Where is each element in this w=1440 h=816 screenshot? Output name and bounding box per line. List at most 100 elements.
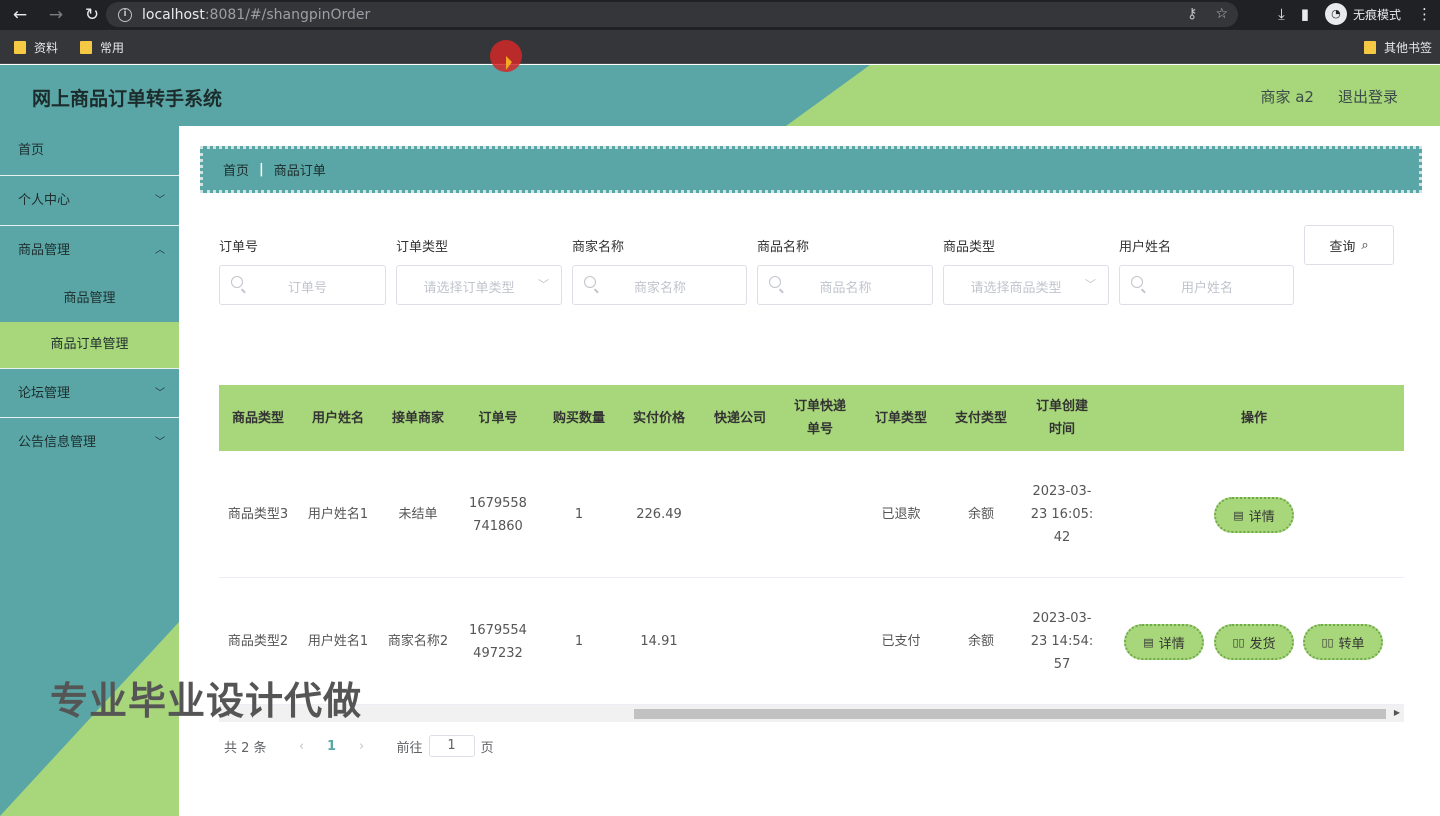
- cell-merchant: 商家名称2: [387, 634, 449, 649]
- order-type-select[interactable]: 请选择订单类型 ﹀: [396, 265, 562, 305]
- search-button[interactable]: 查询 ⌕: [1304, 225, 1394, 265]
- cell-user: 用户姓名1: [307, 507, 369, 522]
- goto-label: 前往: [396, 740, 423, 756]
- current-user: 商家 a2: [1260, 88, 1314, 106]
- sidebar-item-personal-center[interactable]: 个人中心 ﹀: [0, 176, 179, 226]
- sidebar-subitem-product-order[interactable]: 商品订单管理: [0, 322, 179, 368]
- back-icon[interactable]: ←: [10, 5, 30, 25]
- download-icon[interactable]: ⤓: [1278, 5, 1285, 23]
- breadcrumb-home[interactable]: 首页: [223, 160, 249, 179]
- next-page-icon[interactable]: ›: [347, 739, 377, 754]
- folder-icon: [1364, 41, 1376, 54]
- book-icon: ▯▯: [1321, 635, 1334, 649]
- cell-qty: 1: [574, 507, 584, 522]
- sidebar-item-forum[interactable]: 论坛管理 ﹀: [0, 368, 179, 418]
- star-icon[interactable]: ☆: [1215, 6, 1228, 22]
- cell-created: 2023-03-23 16:05:42: [1030, 484, 1094, 545]
- book-icon: ▯▯: [1232, 635, 1245, 649]
- sidepanel-icon[interactable]: ▮: [1301, 5, 1309, 23]
- cell-created: 2023-03-23 14:54:57: [1030, 611, 1094, 672]
- app-header: 网上商品订单转手系统 商家 a2 退出登录: [0, 65, 1440, 126]
- col-header: 订单快递单号: [793, 399, 846, 437]
- col-header: 订单类型: [874, 410, 927, 426]
- order-no-input[interactable]: 订单号: [219, 265, 386, 305]
- reload-icon[interactable]: ↻: [82, 5, 102, 25]
- detail-button[interactable]: ▤ 详情: [1124, 624, 1204, 660]
- chevron-down-icon: ﹀: [155, 437, 165, 448]
- incognito-indicator[interactable]: ◔ 无痕模式: [1324, 3, 1401, 25]
- col-header: 订单号: [478, 410, 518, 426]
- merchant-input[interactable]: 商家名称: [572, 265, 747, 305]
- cell-pay-type: 余额: [967, 507, 994, 522]
- product-label: 商品名称: [757, 240, 810, 255]
- user-label: 用户姓名: [1119, 240, 1172, 255]
- col-header: 商品类型: [231, 410, 284, 426]
- orders-table: 商品类型 用户姓名 接单商家 订单号 购买数量 实付价格 快递公司 订单快递单号…: [219, 385, 1404, 722]
- sidebar-subitem-product[interactable]: 商品管理: [0, 276, 179, 322]
- bookmark-folder[interactable]: 常用: [80, 39, 124, 56]
- sidebar-item-home[interactable]: 首页: [0, 126, 179, 176]
- cell-order-type: 已退款: [881, 507, 921, 522]
- sidebar-item-notice[interactable]: 公告信息管理 ﹀: [0, 418, 179, 468]
- chevron-down-icon: ﹀: [155, 195, 165, 206]
- chevron-down-icon: ﹀: [1085, 278, 1096, 291]
- merchant-label: 商家名称: [572, 240, 625, 255]
- product-input[interactable]: 商品名称: [757, 265, 933, 305]
- col-header: 用户姓名: [311, 410, 364, 426]
- bookmark-folder[interactable]: 资料: [14, 39, 58, 56]
- transfer-button[interactable]: ▯▯ 转单: [1303, 624, 1383, 660]
- chevron-down-icon: ﹀: [155, 388, 165, 399]
- page-suffix: 页: [480, 740, 494, 756]
- table-row: 商品类型2 用户姓名1 商家名称2 1679554497232 1 14.91 …: [219, 578, 1404, 705]
- col-header: 操作: [1240, 410, 1267, 426]
- cell-price: 14.91: [640, 634, 678, 649]
- user-input[interactable]: 用户姓名: [1119, 265, 1294, 305]
- logout-link[interactable]: 退出登录: [1338, 86, 1398, 107]
- document-icon: ▤: [1143, 635, 1154, 649]
- col-header: 购买数量: [552, 410, 605, 426]
- table-row: 商品类型3 用户姓名1 未结单 1679558741860 1 226.49 已…: [219, 451, 1404, 578]
- chevron-up-icon: ︿: [155, 245, 165, 256]
- site-info-icon[interactable]: i: [118, 7, 132, 22]
- detail-button[interactable]: ▤ 详情: [1214, 497, 1294, 533]
- col-header: 快递公司: [713, 410, 766, 426]
- cell-qty: 1: [574, 634, 584, 649]
- order-type-label: 订单类型: [396, 240, 449, 255]
- table-header: 商品类型 用户姓名 接单商家 订单号 购买数量 实付价格 快递公司 订单快递单号…: [219, 385, 1404, 451]
- cell-tracking: [780, 451, 860, 578]
- cell-price: 226.49: [636, 507, 682, 522]
- address-bar[interactable]: i localhost:8081/#/shangpinOrder ⚷ ☆: [106, 2, 1238, 27]
- cell-order-no: 1679558741860: [469, 495, 527, 534]
- key-icon[interactable]: ⚷: [1187, 6, 1197, 22]
- cell-courier: [700, 451, 780, 578]
- folder-icon: [80, 41, 92, 54]
- pagination: 共 2 条 ‹ 1 › 前往 1 页: [224, 735, 494, 757]
- sidebar-item-product-management[interactable]: 商品管理 ︿: [0, 226, 179, 276]
- cell-order-type: 已支付: [881, 634, 921, 649]
- prev-page-icon[interactable]: ‹: [287, 739, 317, 754]
- watermark-text: 专业毕业设计代做: [50, 679, 363, 723]
- ship-button[interactable]: ▯▯ 发货: [1214, 624, 1294, 660]
- cell-type: 商品类型3: [227, 507, 289, 522]
- col-header: 订单创建时间: [1035, 399, 1088, 437]
- total-count: 共 2 条: [224, 740, 267, 756]
- col-header: 支付类型: [954, 410, 1007, 426]
- chevron-down-icon: ﹀: [538, 278, 549, 291]
- menu-icon[interactable]: ⋮: [1417, 5, 1432, 23]
- search-icon: ⌕: [1361, 237, 1369, 253]
- other-bookmarks[interactable]: 其他书签: [1364, 39, 1432, 56]
- scroll-right-icon[interactable]: ▶: [1394, 708, 1400, 717]
- cell-order-no: 1679554497232: [469, 622, 527, 661]
- page-number[interactable]: 1: [317, 739, 347, 754]
- browser-toolbar: ← → ↻ i localhost:8081/#/shangpinOrder ⚷…: [0, 0, 1440, 30]
- breadcrumb-separator: |: [259, 162, 264, 177]
- url-text: localhost:8081/#/shangpinOrder: [142, 6, 371, 23]
- cursor-icon: [506, 56, 512, 70]
- folder-icon: [14, 41, 26, 54]
- horizontal-scrollbar[interactable]: ◀ ▶: [219, 705, 1404, 722]
- breadcrumb-current: 商品订单: [273, 164, 326, 179]
- goto-page-input[interactable]: 1: [428, 735, 475, 757]
- scrollbar-thumb[interactable]: [634, 709, 1386, 719]
- product-type-select[interactable]: 请选择商品类型 ﹀: [943, 265, 1109, 305]
- forward-icon[interactable]: →: [46, 5, 66, 25]
